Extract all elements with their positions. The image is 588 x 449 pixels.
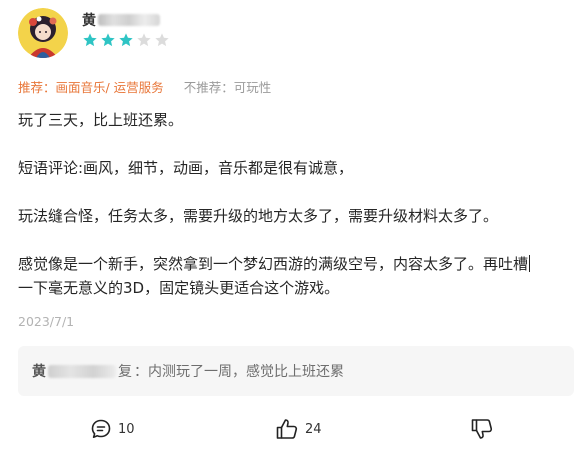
review-line: 玩法缝合怪，任务太多，需要升级的地方太多了，需要升级材料太多了。 (18, 207, 499, 225)
star-filled-icon (119, 33, 133, 47)
star-rating (82, 32, 170, 48)
star-filled-icon (83, 33, 97, 47)
thumbs-up-icon (276, 419, 298, 439)
username-visible-char: 黄 (82, 13, 96, 29)
review-date: 2023/7/1 (18, 314, 75, 329)
tag-row: 推荐：画面音乐/ 运营服务 不推荐：可玩性 (18, 77, 271, 96)
star-empty-icon (137, 33, 151, 47)
thumbs-down-icon (471, 419, 493, 439)
reply-author[interactable]: 黄 复 (32, 361, 132, 381)
reply-author-suffix: 复 (118, 364, 132, 380)
review-line: 感觉像是一个新手，突然拿到一个梦幻西游的满级空号，内容太多了。再吐槽 (18, 252, 573, 276)
like-count: 24 (305, 421, 322, 437)
review-line-text: 感觉像是一个新手，突然拿到一个梦幻西游的满级空号，内容太多了。再吐槽 (18, 255, 529, 273)
not-recommend-tag: 不推荐：可玩性 (183, 80, 272, 95)
dislike-button[interactable] (470, 418, 494, 440)
username-blurred-part (98, 14, 160, 26)
comment-count: 10 (118, 421, 135, 437)
reply-box[interactable]: 黄 复 ：内测玩了一周，感觉比上班还累 (18, 346, 574, 396)
star-filled-icon (101, 33, 115, 47)
star-empty-icon (155, 33, 169, 47)
avatar-illustration (18, 8, 68, 58)
review-line: 玩了三天，比上班还累。 (18, 111, 184, 129)
avatar[interactable] (18, 8, 68, 58)
action-bar: 10 24 (0, 414, 588, 444)
reply-author-blurred-part (48, 364, 116, 378)
username[interactable]: 黄 (82, 12, 160, 29)
review-line: 一下毫无意义的3D，固定镜头更适合这个游戏。 (18, 279, 340, 297)
text-cursor (529, 255, 531, 272)
review-line: 短语评论:画风，细节，动画，音乐都是很有诚意， (18, 159, 354, 177)
reply-author-visible-char: 黄 (32, 364, 46, 380)
comment-button[interactable]: 10 (90, 418, 135, 440)
comment-icon (91, 419, 111, 438)
like-button[interactable]: 24 (275, 418, 322, 440)
reply-text: ：内测玩了一周，感觉比上班还累 (134, 364, 344, 380)
review-body: 玩了三天，比上班还累。 短语评论:画风，细节，动画，音乐都是很有诚意， 玩法缝合… (18, 108, 573, 300)
recommend-tag: 推荐：画面音乐/ 运营服务 (18, 80, 164, 95)
